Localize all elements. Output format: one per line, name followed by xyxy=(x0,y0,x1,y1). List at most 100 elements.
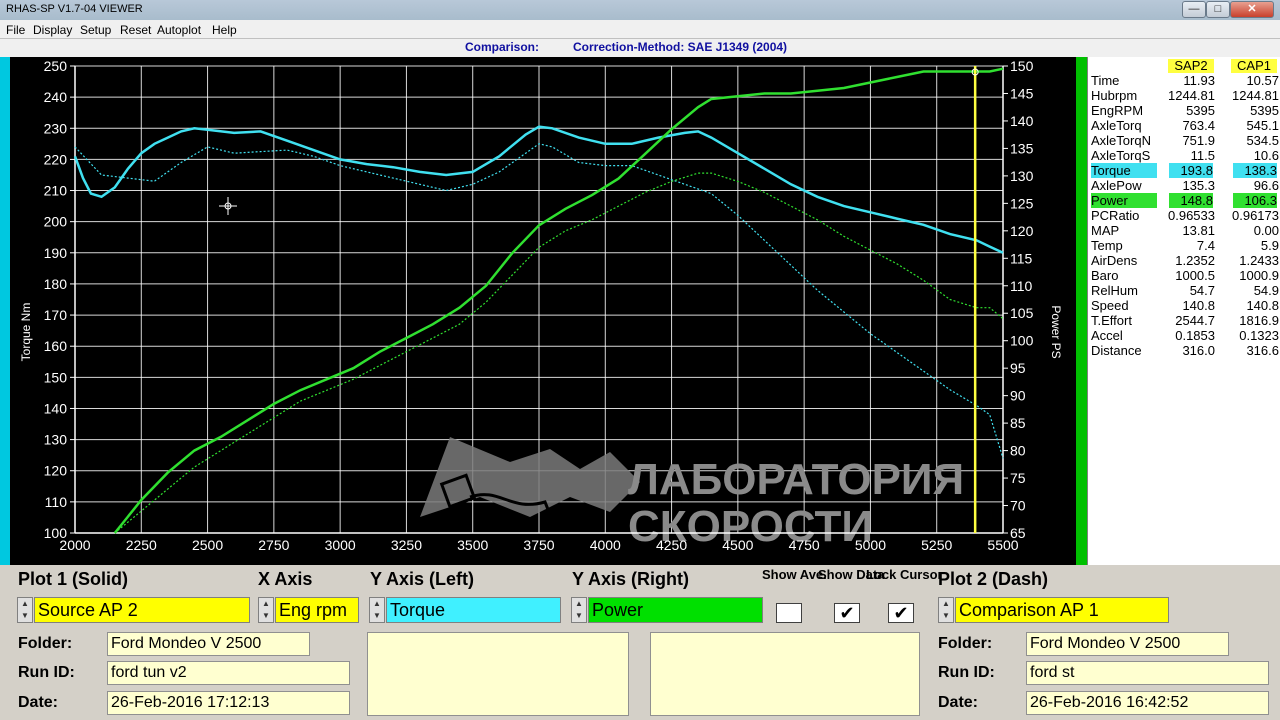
xaxis-spinner[interactable]: ▲ ▼ xyxy=(258,597,274,623)
readout-label: Power xyxy=(1091,193,1157,208)
run2-runid-field[interactable]: ford st xyxy=(1026,661,1269,685)
notes-box-right[interactable] xyxy=(650,632,920,716)
y-left-tick-label: 220 xyxy=(44,151,68,167)
y-right-tick-label: 100 xyxy=(1010,333,1034,349)
readout-value-cap1: 534.5 xyxy=(1246,133,1279,148)
x-tick-label: 4750 xyxy=(789,537,820,553)
readout-value-sap2: 11.5 xyxy=(1190,148,1215,163)
y-right-tick-label: 120 xyxy=(1010,223,1034,239)
watermark-logo: ЛАБОРАТОРИЯ СКОРОСТИ xyxy=(420,437,964,551)
watermark-line1: ЛАБОРАТОРИЯ xyxy=(628,455,964,504)
yleft-field[interactable]: Torque xyxy=(386,597,561,623)
power-axis-strip xyxy=(1076,57,1087,565)
y-left-tick-label: 230 xyxy=(44,120,68,136)
run2-date-label: Date: xyxy=(938,694,979,711)
plot2-source-field[interactable]: Comparison AP 1 xyxy=(955,597,1169,623)
yright-spinner[interactable]: ▲ ▼ xyxy=(571,597,587,623)
x-tick-label: 4500 xyxy=(722,537,753,553)
maximize-button[interactable]: □ xyxy=(1206,1,1230,18)
y-right-tick-label: 95 xyxy=(1010,360,1026,376)
readout-row: AxleTorqS 11.5 10.6 xyxy=(1088,148,1280,163)
x-tick-label: 5000 xyxy=(855,537,886,553)
readout-row: Baro 1000.5 1000.9 xyxy=(1088,268,1280,283)
run2-folder-field[interactable]: Ford Mondeo V 2500 xyxy=(1026,632,1229,656)
lock-cursor-checkbox[interactable]: ✔ xyxy=(888,603,914,623)
readout-row: RelHum 54.7 54.9 xyxy=(1088,283,1280,298)
menu-autoplot[interactable]: Autoplot xyxy=(157,23,201,37)
readout-value-sap2: 751.9 xyxy=(1182,133,1215,148)
close-button[interactable]: ✕ xyxy=(1230,1,1274,18)
menu-file[interactable]: File xyxy=(6,23,25,37)
y-left-tick-label: 240 xyxy=(44,89,68,105)
y-right-tick-label: 85 xyxy=(1010,415,1026,431)
readout-row: Distance 316.0 316.6 xyxy=(1088,343,1280,358)
readout-value-sap2: 763.4 xyxy=(1182,118,1215,133)
dyno-plot-area[interactable]: ЛАБОРАТОРИЯ СКОРОСТИ 2000 2250 2500 2750 300… xyxy=(10,57,1076,565)
window-titlebar: RHAS-SP V1.7-04 VIEWER — □ ✕ xyxy=(0,0,1280,20)
readout-row: AxlePow 135.3 96.6 xyxy=(1088,178,1280,193)
yright-field[interactable]: Power xyxy=(588,597,763,623)
readout-value-sap2: 0.1853 xyxy=(1175,328,1215,343)
y-right-tick-label: 130 xyxy=(1010,168,1034,184)
run1-runid-field[interactable]: ford tun v2 xyxy=(107,661,350,685)
readout-value-cap1: 5.9 xyxy=(1260,238,1279,253)
readout-value-cap1: 1000.9 xyxy=(1239,268,1279,283)
col-header-sap2: SAP2 xyxy=(1168,59,1214,73)
col-header-cap1: CAP1 xyxy=(1231,59,1277,73)
readout-value-cap1: 10.57 xyxy=(1246,73,1279,88)
menu-reset[interactable]: Reset xyxy=(120,23,151,37)
yaxis-right-label: Y Axis (Right) xyxy=(572,569,690,589)
minimize-button[interactable]: — xyxy=(1182,1,1206,18)
readout-row: Accel 0.1853 0.1323 xyxy=(1088,328,1280,343)
y-right-tick-label: 90 xyxy=(1010,388,1026,404)
xaxis-field[interactable]: Eng rpm xyxy=(275,597,359,623)
x-tick-label: 4000 xyxy=(590,537,621,553)
control-panel: Plot 1 (Solid) X Axis Y Axis (Left) Y Ax… xyxy=(0,565,1280,720)
y-right-tick-label: 125 xyxy=(1010,195,1034,211)
comparison-header: Comparison: Correction-Method: SAE J1349… xyxy=(0,39,1280,57)
y-right-tick-label: 150 xyxy=(1010,58,1034,74)
readout-row: EngRPM 5395 5395 xyxy=(1088,103,1280,118)
readout-row: MAP 13.81 0.00 xyxy=(1088,223,1280,238)
run2-date-field[interactable]: 26-Feb-2016 16:42:52 xyxy=(1026,691,1269,715)
readout-row: Hubrpm 1244.81 1244.81 xyxy=(1088,88,1280,103)
run1-folder-label: Folder: xyxy=(18,635,73,652)
readout-value-sap2: 1.2352 xyxy=(1175,253,1215,268)
y-left-tick-label: 130 xyxy=(44,432,68,448)
menu-display[interactable]: Display xyxy=(33,23,72,37)
readout-value-sap2: 11.93 xyxy=(1183,73,1215,88)
readout-value-cap1: 316.6 xyxy=(1246,343,1279,358)
data-readout-panel: SAP2 CAP1 Time 11.93 10.57 Hubrpm 1244.81 124… xyxy=(1087,57,1280,565)
readout-row: AirDens 1.2352 1.2433 xyxy=(1088,253,1280,268)
plot1-source-field[interactable]: Source AP 2 xyxy=(34,597,250,623)
run1-date-field[interactable]: 26-Feb-2016 17:12:13 xyxy=(107,691,350,715)
show-ave-checkbox[interactable] xyxy=(776,603,802,623)
y-left-tick-label: 120 xyxy=(44,463,68,479)
notes-box-left[interactable] xyxy=(367,632,629,716)
y-right-tick-label: 135 xyxy=(1010,140,1034,156)
run1-runid-label: Run ID: xyxy=(18,664,75,681)
xaxis-label: X Axis xyxy=(258,569,313,589)
y-left-tick-label: 140 xyxy=(44,400,68,416)
run1-folder-field[interactable]: Ford Mondeo V 2500 xyxy=(107,632,310,656)
menu-setup[interactable]: Setup xyxy=(80,23,111,37)
readout-value-cap1: 138.3 xyxy=(1233,163,1277,178)
menu-help[interactable]: Help xyxy=(212,23,237,37)
y-left-tick-label: 170 xyxy=(44,307,68,323)
y-left-tick-label: 110 xyxy=(45,494,68,510)
yaxis-left-label: Y Axis (Left) xyxy=(370,569,475,589)
y-right-tick-label: 115 xyxy=(1010,250,1033,266)
readout-value-sap2: 54.7 xyxy=(1189,283,1215,298)
readout-label: Torque xyxy=(1091,163,1157,178)
plot2-spinner[interactable]: ▲ ▼ xyxy=(938,597,954,623)
y-left-tick-label: 250 xyxy=(44,58,68,74)
readout-value-sap2: 1000.5 xyxy=(1175,268,1215,283)
run2-runid-label: Run ID: xyxy=(938,664,995,681)
readout-value-cap1: 106.3 xyxy=(1233,193,1277,208)
dyno-chart[interactable]: ЛАБОРАТОРИЯ СКОРОСТИ 2000 2250 2500 2750 300… xyxy=(10,57,1076,565)
readout-row: Temp 7.4 5.9 xyxy=(1088,238,1280,253)
y-right-tick-label: 145 xyxy=(1010,85,1034,101)
yleft-spinner[interactable]: ▲ ▼ xyxy=(369,597,385,623)
show-data-checkbox[interactable]: ✔ xyxy=(834,603,860,623)
plot1-spinner[interactable]: ▲ ▼ xyxy=(17,597,33,623)
